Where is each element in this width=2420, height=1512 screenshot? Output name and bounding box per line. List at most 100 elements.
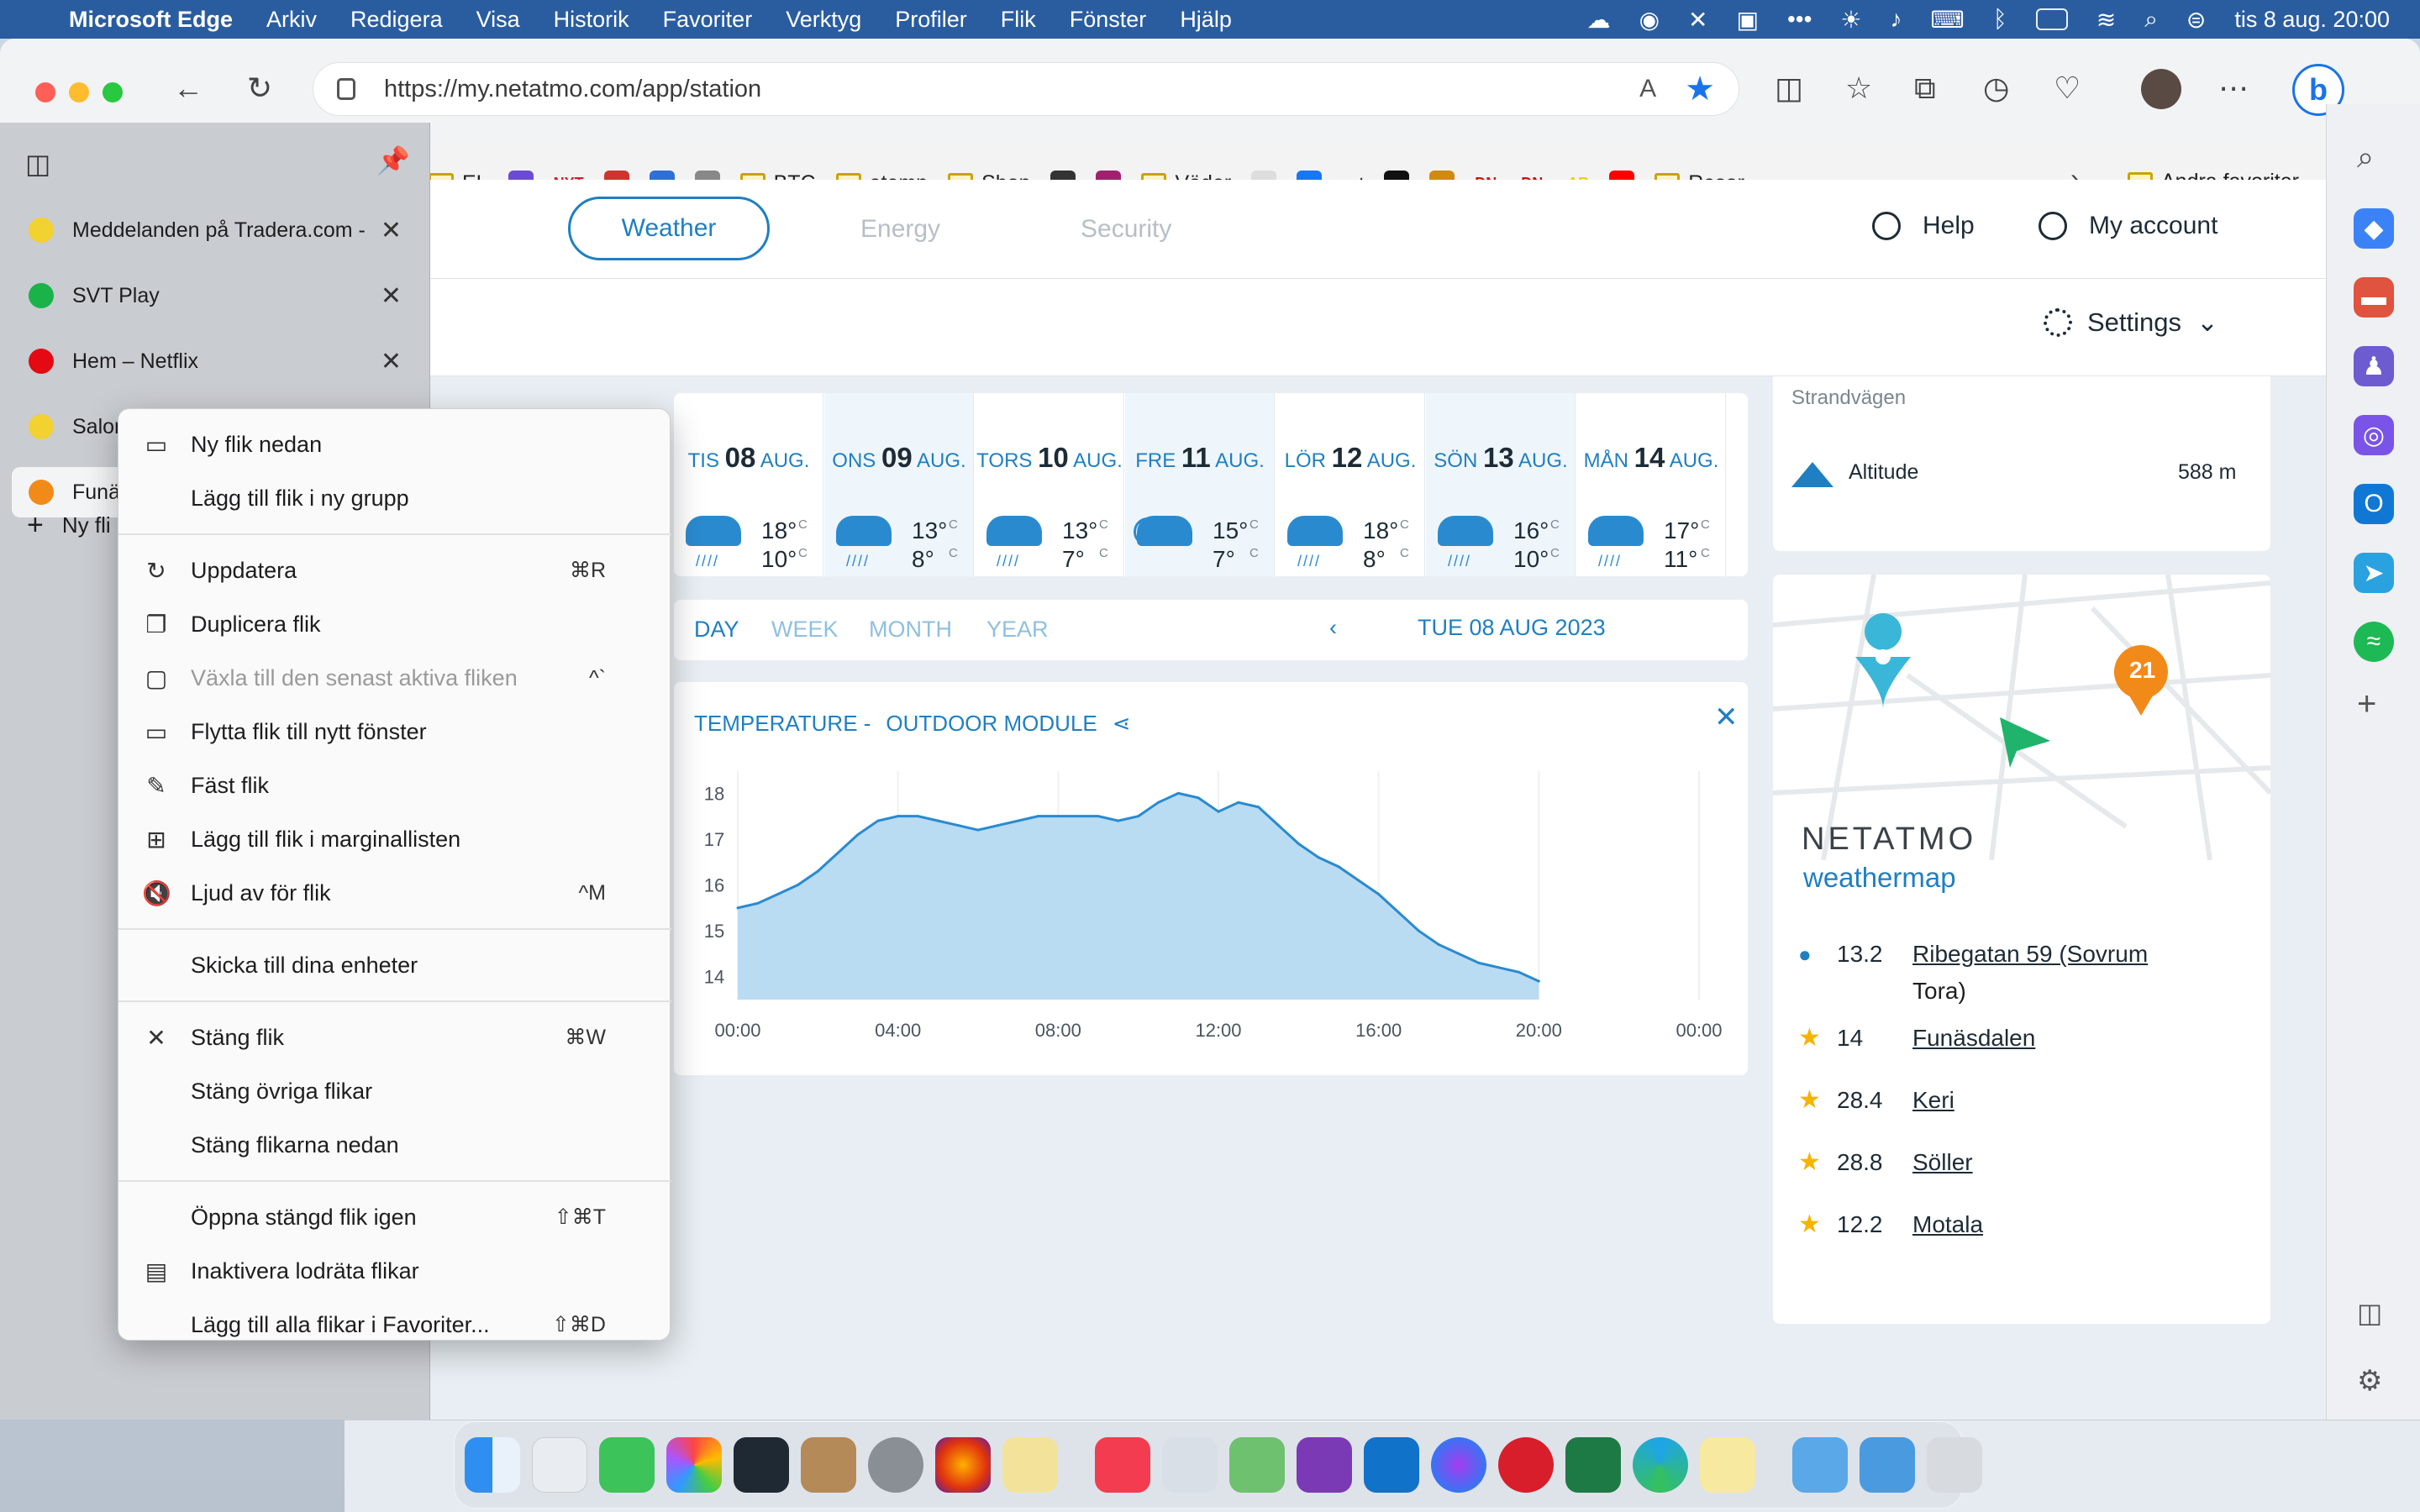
collections-icon[interactable]: ⧉ xyxy=(1914,71,1936,107)
menu-8[interactable]: Fönster xyxy=(1070,7,1147,33)
close-window-button[interactable] xyxy=(35,82,55,102)
menu-item[interactable]: ✎ Fäst flik xyxy=(118,759,671,812)
settings-button[interactable]: Settings ⌄ xyxy=(2044,307,2218,338)
menu-3[interactable]: Historik xyxy=(554,7,629,33)
vertical-tab[interactable]: SVT Play ✕ xyxy=(12,270,418,321)
menu-item[interactable]: 🔇 Ljud av för flik ^M xyxy=(118,866,671,920)
forecast-day[interactable]: FRE 11 AUG. 15° 7° C C xyxy=(1125,393,1275,576)
station-link-line2[interactable]: Tora) xyxy=(1912,978,1966,1005)
forecast-day[interactable]: TORS 10 AUG. //// 13° 7° C C xyxy=(975,393,1124,576)
hide-sidebar-icon[interactable]: ◫ xyxy=(2357,1297,2382,1329)
close-chart-icon[interactable]: ✕ xyxy=(1714,701,1739,734)
menu-4[interactable]: Favoriter xyxy=(663,7,753,33)
bluetooth-icon[interactable]: ᛒ xyxy=(1993,6,2007,33)
period-day[interactable]: DAY xyxy=(694,617,739,643)
performance-icon[interactable]: ♡ xyxy=(2054,71,2081,106)
station-row[interactable]: ● 13.2 Ribegatan 59 (Sovrum xyxy=(1798,941,2148,968)
account-link[interactable]: My account xyxy=(2039,212,2217,240)
profile-avatar[interactable] xyxy=(2141,69,2181,109)
office-icon[interactable]: ◎ xyxy=(2354,415,2394,455)
forecast-day[interactable]: SÖN 13 AUG. //// 16° 10° C C xyxy=(1426,393,1576,576)
outlook-dock-icon[interactable] xyxy=(1364,1437,1419,1493)
spotify-icon[interactable]: ≈ xyxy=(2354,622,2394,662)
firefox-icon[interactable] xyxy=(935,1437,991,1493)
screenshot-icon[interactable]: ▣ xyxy=(1737,6,1759,34)
chart-title-module[interactable]: OUTDOOR MODULE xyxy=(886,711,1097,737)
stocks-icon[interactable] xyxy=(734,1437,789,1493)
cloud-icon[interactable]: ☁ xyxy=(1587,6,1611,34)
menu-item[interactable]: Öppna stängd flik igen ⇧⌘T xyxy=(118,1190,671,1244)
menu-item[interactable]: ⊞ Lägg till flik i marginallisten xyxy=(118,812,671,866)
stickies-icon[interactable] xyxy=(1002,1437,1058,1493)
folder-icon[interactable] xyxy=(1860,1437,1915,1493)
pin-pane-icon[interactable]: 📌 xyxy=(376,144,410,176)
maps-icon[interactable] xyxy=(1229,1437,1285,1493)
station-link[interactable]: Funäsdalen xyxy=(1912,1025,2035,1052)
menu-7[interactable]: Flik xyxy=(1001,7,1036,33)
split-screen-icon[interactable]: ◫ xyxy=(1775,71,1803,106)
new-tab-button[interactable]: + Ny fli xyxy=(27,509,111,542)
tab-actions-icon[interactable]: ◫ xyxy=(25,148,50,180)
vertical-tab[interactable]: Hem – Netflix ✕ xyxy=(12,336,418,386)
menu-5[interactable]: Verktyg xyxy=(786,7,861,33)
outlook-icon[interactable]: O xyxy=(2354,484,2394,524)
messages-icon[interactable] xyxy=(599,1437,655,1493)
control-center-icon[interactable]: ⊜ xyxy=(2186,6,2206,34)
vertical-tab[interactable]: Meddelanden på Tradera.com - ✕ xyxy=(12,205,418,255)
forecast-day[interactable]: LÖR 12 AUG. //// 18° 8° C C xyxy=(1276,393,1425,576)
menu-item[interactable]: Lägg till flik i ny grupp xyxy=(118,471,671,525)
station-link[interactable]: Söller xyxy=(1912,1149,1973,1176)
prev-date-icon[interactable]: ‹ xyxy=(1329,615,1337,641)
mute-status-icon[interactable]: ♪ xyxy=(1891,6,1902,33)
launchpad-icon[interactable] xyxy=(532,1437,587,1493)
notes-icon[interactable] xyxy=(1700,1437,1755,1493)
read-aloud-icon[interactable]: A xyxy=(1639,75,1656,103)
tab-weather[interactable]: Weather xyxy=(568,197,770,260)
menu-item[interactable]: Lägg till alla flikar i Favoriter... ⇧⌘D xyxy=(118,1298,671,1352)
station-row[interactable]: ★ 12.2 Motala xyxy=(1798,1210,1983,1239)
menu-item[interactable]: Skicka till dina enheter xyxy=(118,938,671,992)
forecast-day[interactable]: TIS 08 AUG. //// 18° 10° C C xyxy=(674,393,823,576)
address-bar[interactable]: https://my.netatmo.com/app/station A ★ xyxy=(313,62,1739,116)
sidebar-settings-icon[interactable]: ⚙ xyxy=(2357,1364,2382,1398)
help-link[interactable]: Help xyxy=(1872,212,1975,240)
system-settings-icon[interactable] xyxy=(868,1437,923,1493)
menu-item[interactable]: Stäng flikarna nedan xyxy=(118,1118,671,1172)
station-row[interactable]: ★ 28.8 Söller xyxy=(1798,1147,1973,1177)
share-icon[interactable]: ⋖ xyxy=(1113,711,1131,737)
edge-icon[interactable] xyxy=(1633,1437,1688,1493)
station-link[interactable]: Ribegatan 59 (Sovrum xyxy=(1912,941,2148,968)
onenote-icon[interactable] xyxy=(1297,1437,1352,1493)
station-row[interactable]: ★ 14 Funäsdalen xyxy=(1798,1023,2035,1053)
menu-item[interactable]: ✕ Stäng flik ⌘W xyxy=(118,1011,671,1064)
menu-more-icon[interactable]: ⋯ xyxy=(2218,71,2249,106)
station-link[interactable]: Keri xyxy=(1912,1087,1954,1114)
zoom-window-button[interactable] xyxy=(103,82,123,102)
menu-9[interactable]: Hjälp xyxy=(1180,7,1232,33)
menu-item[interactable]: ❐ Duplicera flik xyxy=(118,597,671,651)
tab-security[interactable]: Security xyxy=(1081,215,1171,244)
trash-icon[interactable] xyxy=(1927,1437,1982,1493)
menu-item[interactable]: ▤ Inaktivera lodräta flikar xyxy=(118,1244,671,1298)
messenger-icon[interactable] xyxy=(1431,1437,1486,1493)
refresh-icon[interactable]: ↻ xyxy=(247,71,272,106)
menu-item[interactable]: ▭ Flytta flik till nytt fönster xyxy=(118,705,671,759)
games-icon[interactable]: ♟ xyxy=(2354,346,2394,386)
favorite-star-icon[interactable]: ★ xyxy=(1685,70,1715,108)
app-name-menu[interactable]: Microsoft Edge xyxy=(69,7,233,33)
url-text[interactable]: https://my.netatmo.com/app/station xyxy=(384,76,1639,103)
back-icon[interactable]: ← xyxy=(173,71,203,106)
tab-energy[interactable]: Energy xyxy=(860,215,940,244)
station-row[interactable]: ★ 28.4 Keri xyxy=(1798,1085,1954,1115)
tools-icon[interactable]: ▬ xyxy=(2354,277,2394,318)
close-tab-icon[interactable]: ✕ xyxy=(381,347,402,376)
forecast-day[interactable]: MÅN 14 AUG. //// 17° 11° C C xyxy=(1576,393,1726,576)
downloads-folder-icon[interactable] xyxy=(1792,1437,1848,1493)
spotlight-icon[interactable]: ⌕ xyxy=(2144,6,2158,34)
menu-2[interactable]: Visa xyxy=(476,7,520,33)
period-week[interactable]: WEEK xyxy=(771,617,839,643)
period-month[interactable]: MONTH xyxy=(869,617,952,643)
wifi-icon[interactable]: ≋ xyxy=(2096,6,2116,34)
menu-0[interactable]: Arkiv xyxy=(266,7,317,33)
more-app-icon[interactable] xyxy=(1498,1437,1554,1493)
